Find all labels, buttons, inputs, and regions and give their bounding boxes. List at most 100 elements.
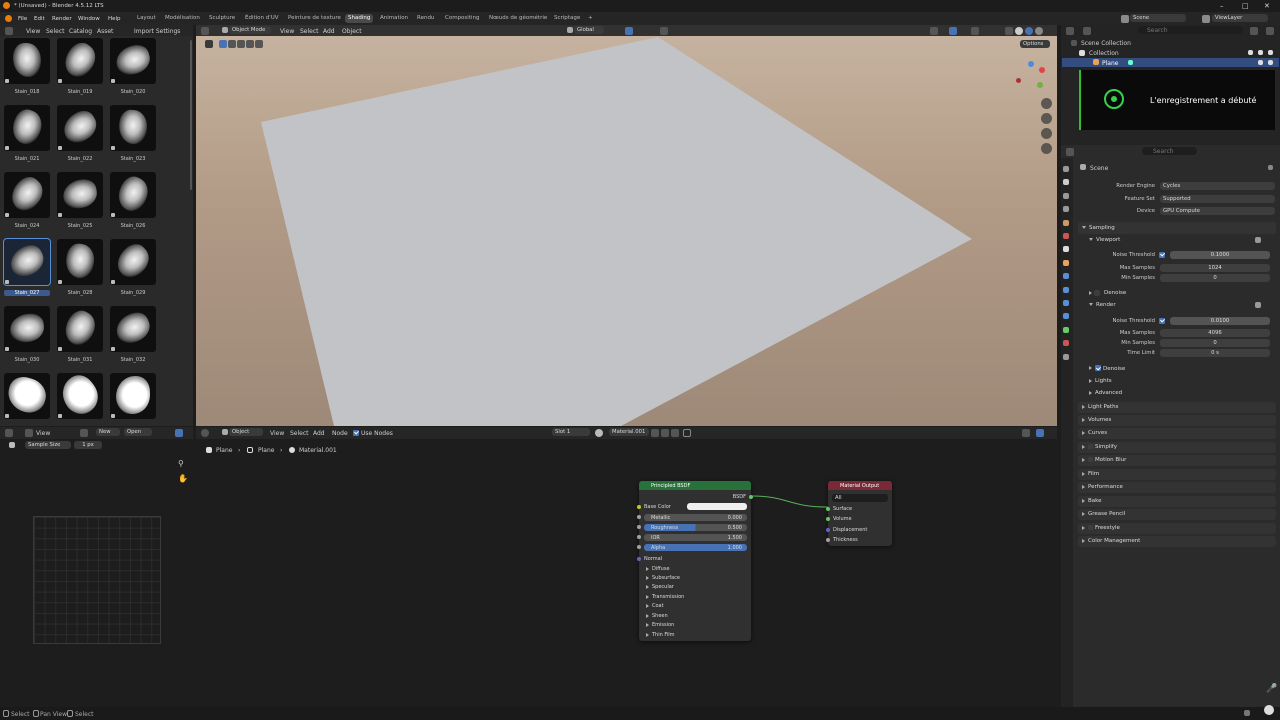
- bsdf-node-header[interactable]: Principled BSDF: [639, 481, 751, 490]
- properties-tab-constraints-icon[interactable]: [1063, 313, 1069, 320]
- asset-label[interactable]: Stain_024: [4, 223, 50, 229]
- asset-menu-select[interactable]: Select: [46, 28, 65, 35]
- bsdf-output-socket[interactable]: [749, 495, 753, 499]
- thickness-socket[interactable]: [826, 538, 830, 542]
- vp-noise-threshold-field[interactable]: 0.1000: [1170, 251, 1270, 259]
- properties-tab-object-icon[interactable]: [1063, 259, 1069, 266]
- vp-noise-threshold-checkbox[interactable]: [1159, 251, 1165, 258]
- asset-scrollbar[interactable]: [190, 40, 192, 190]
- panel-transmission[interactable]: Transmission: [646, 594, 684, 600]
- scene-field[interactable]: Scene: [1130, 14, 1186, 22]
- panel-volumes[interactable]: Volumes: [1078, 415, 1276, 426]
- shader-node-editor[interactable]: [196, 427, 1057, 707]
- output-target-dropdown[interactable]: All: [832, 494, 888, 502]
- asset-tile[interactable]: [110, 306, 156, 352]
- asset-label[interactable]: Stain_019: [57, 89, 103, 95]
- panel-motion-blur[interactable]: Motion Blur: [1078, 455, 1276, 466]
- snap-icon[interactable]: [625, 27, 633, 35]
- lights-subpanel[interactable]: Lights: [1089, 378, 1112, 384]
- asset-tile[interactable]: [110, 105, 156, 151]
- asset-label[interactable]: Stain_021: [4, 156, 50, 162]
- properties-tab-particles-icon[interactable]: [1063, 286, 1069, 293]
- ne-menu-node[interactable]: Node: [332, 430, 348, 437]
- outliner-plane[interactable]: Plane: [1102, 60, 1118, 67]
- fake-user-icon[interactable]: [651, 429, 659, 437]
- image-view-toggle-icon[interactable]: [175, 429, 183, 437]
- image-pan-hand-icon[interactable]: ✋: [178, 474, 188, 483]
- vp-menu-select[interactable]: Select: [300, 28, 319, 35]
- sample-tool-icon[interactable]: [9, 442, 15, 448]
- material-browse-icon[interactable]: [595, 429, 603, 437]
- axis-y-icon[interactable]: [1037, 82, 1043, 88]
- asset-tile[interactable]: [110, 38, 156, 84]
- ne-menu-view[interactable]: View: [270, 430, 284, 437]
- panel-sheen[interactable]: Sheen: [646, 613, 668, 619]
- denoise-render-panel[interactable]: Denoise: [1089, 365, 1125, 372]
- tab-geometry-nodes[interactable]: Nœuds de géométrie: [486, 14, 550, 23]
- panel-emission[interactable]: Emission: [646, 622, 674, 628]
- displacement-socket[interactable]: [826, 528, 830, 532]
- node-snap-icon[interactable]: [1036, 429, 1044, 437]
- proportional-edit-icon[interactable]: [660, 27, 668, 35]
- properties-editor-type-icon[interactable]: [1066, 148, 1074, 156]
- panel-subsurface[interactable]: Subsurface: [646, 575, 680, 581]
- properties-tab-material-icon[interactable]: [1063, 340, 1069, 347]
- asset-tile[interactable]: [4, 172, 50, 218]
- alpha-field[interactable]: Alpha 1.000: [644, 544, 747, 551]
- asset-menu-catalog[interactable]: Catalog: [69, 28, 92, 35]
- asset-tile[interactable]: [57, 239, 103, 285]
- breadcrumb-object[interactable]: Plane: [216, 447, 232, 454]
- asset-label[interactable]: Stain_020: [110, 89, 156, 95]
- properties-tab-scene-icon[interactable]: [1063, 219, 1069, 226]
- viewlayer-field[interactable]: ViewLayer: [1212, 14, 1268, 22]
- properties-tab-modifier-icon[interactable]: [1063, 273, 1069, 280]
- tab-layout[interactable]: Layout: [134, 14, 159, 23]
- panel-thin-film[interactable]: Thin Film: [646, 632, 675, 638]
- r-noise-threshold-checkbox[interactable]: [1159, 317, 1165, 324]
- image-menu-view[interactable]: View: [36, 430, 50, 437]
- image-browse-icon[interactable]: [80, 429, 88, 437]
- denoise-render-checkbox[interactable]: [1095, 365, 1101, 371]
- collection-checkbox-icon[interactable]: [1248, 50, 1253, 55]
- feature-set-dropdown[interactable]: Supported: [1160, 195, 1275, 203]
- panel-simplify[interactable]: Simplify: [1078, 442, 1276, 453]
- blender-menu-icon[interactable]: [5, 15, 12, 22]
- denoise-viewport-checkbox[interactable]: [1094, 290, 1100, 296]
- advanced-subpanel[interactable]: Advanced: [1089, 390, 1122, 396]
- render-subpanel-header[interactable]: Render: [1089, 302, 1116, 308]
- viewport-editor-type-icon[interactable]: [201, 27, 209, 35]
- properties-tab-data-icon[interactable]: [1063, 326, 1069, 333]
- microphone-icon[interactable]: 🎤: [1266, 684, 1277, 694]
- menu-render[interactable]: Render: [52, 16, 72, 22]
- asset-label[interactable]: Stain_029: [110, 290, 156, 296]
- tab-sculpture[interactable]: Sculpture: [206, 14, 238, 23]
- asset-label[interactable]: Stain_030: [4, 357, 50, 363]
- normal-socket[interactable]: [637, 557, 641, 561]
- editor-type-icon[interactable]: [5, 27, 13, 35]
- viewport-subpanel-header[interactable]: Viewport: [1089, 237, 1120, 243]
- select-intersect-icon[interactable]: [255, 40, 263, 48]
- properties-tab-render-icon[interactable]: [1063, 179, 1069, 186]
- axis-z-icon[interactable]: [1028, 61, 1034, 67]
- open-image-button[interactable]: Open: [124, 428, 152, 436]
- asset-tile[interactable]: [3, 238, 51, 286]
- roughness-socket[interactable]: [637, 525, 641, 529]
- outliner-editor-type-icon[interactable]: [1066, 27, 1074, 35]
- base-color-swatch[interactable]: [687, 503, 747, 510]
- r-time-limit-field[interactable]: 0 s: [1160, 349, 1270, 357]
- asset-label[interactable]: Stain_025: [57, 223, 103, 229]
- asset-tile[interactable]: [110, 373, 156, 419]
- pan-hand-icon[interactable]: [1041, 113, 1052, 124]
- image-editor-type-icon[interactable]: [5, 429, 13, 437]
- panel-grease-pencil[interactable]: Grease Pencil: [1078, 509, 1276, 520]
- alpha-socket[interactable]: [637, 545, 641, 549]
- panel-performance[interactable]: Performance: [1078, 482, 1276, 493]
- unlink-material-icon[interactable]: [671, 429, 679, 437]
- tab-compositing[interactable]: Compositing: [442, 14, 482, 23]
- select-new-icon[interactable]: [219, 40, 227, 48]
- visibility-icon[interactable]: [930, 27, 938, 35]
- tab-modelisation[interactable]: Modélisation: [162, 14, 203, 23]
- r-noise-threshold-field[interactable]: 0.0100: [1170, 317, 1270, 325]
- rendered-shading-icon[interactable]: [1035, 27, 1043, 35]
- plane-visibility-icon[interactable]: [1258, 60, 1263, 65]
